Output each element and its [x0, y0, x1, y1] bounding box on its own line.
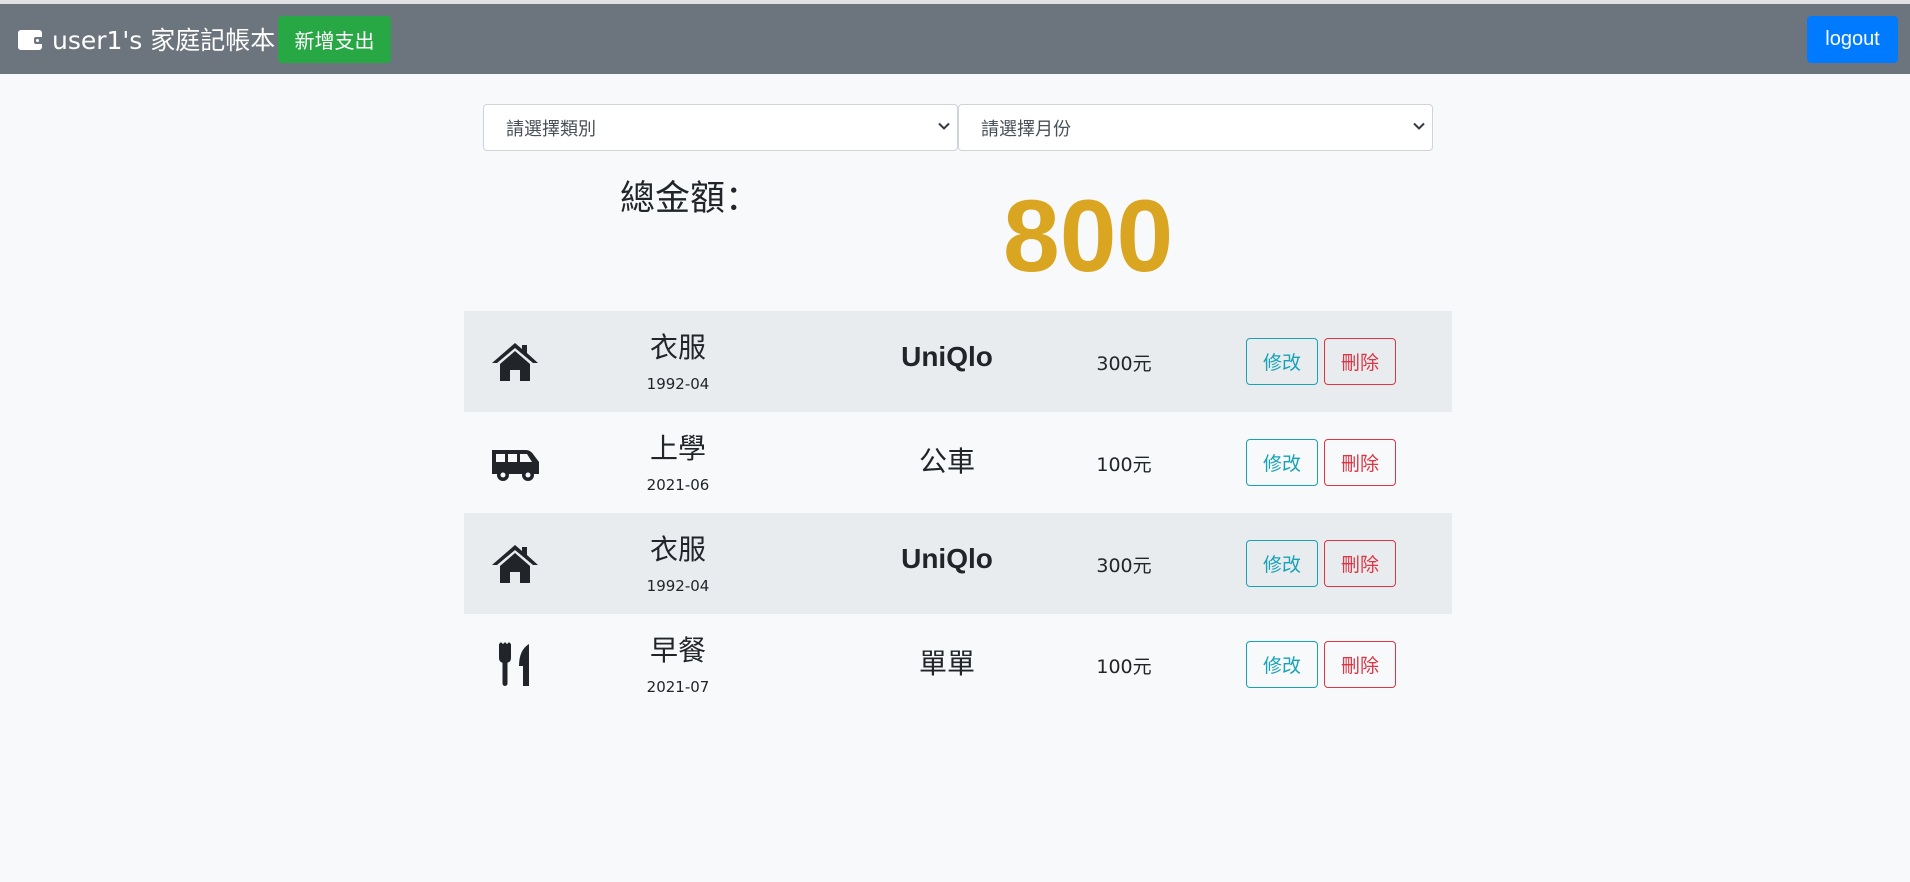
- delete-button[interactable]: 刪除: [1324, 338, 1396, 385]
- home-icon: [490, 337, 540, 387]
- delete-button[interactable]: 刪除: [1324, 641, 1396, 688]
- item-name: 公車: [918, 445, 975, 478]
- delete-button[interactable]: 刪除: [1324, 540, 1396, 587]
- record-amount: 300元: [1096, 353, 1152, 375]
- brand[interactable]: user1's 家庭記帳本: [18, 24, 276, 55]
- month-select[interactable]: 請選擇月份: [958, 104, 1433, 151]
- shuttle-van-icon: [490, 438, 540, 488]
- total-amount: 800: [1003, 179, 1174, 293]
- item-name: UniQlo: [901, 543, 993, 574]
- category-name: 早餐: [649, 634, 706, 667]
- record-date: 1992-04: [646, 375, 710, 393]
- logout-button[interactable]: logout: [1807, 16, 1898, 63]
- record-date: 2021-06: [646, 476, 710, 494]
- add-expense-button[interactable]: 新增支出: [278, 16, 391, 63]
- expense-row: 衣服 1992-04 UniQlo 300元 修改 刪除: [464, 513, 1452, 614]
- month-select-value: 請選擇月份: [981, 118, 1071, 140]
- utensils-icon: [490, 640, 540, 690]
- category-select[interactable]: 請選擇類別: [483, 104, 958, 151]
- total-label: 總金額：: [620, 179, 761, 219]
- record-date: 2021-07: [646, 678, 710, 696]
- item-name: UniQlo: [901, 341, 993, 372]
- expense-list: 衣服 1992-04 UniQlo 300元 修改 刪除 上學 2021-06 …: [464, 311, 1452, 715]
- chevron-down-icon: [938, 122, 950, 130]
- delete-button[interactable]: 刪除: [1324, 439, 1396, 486]
- edit-button[interactable]: 修改: [1246, 439, 1318, 486]
- category-name: 上學: [649, 432, 706, 465]
- expense-row: 早餐 2021-07 單單 100元 修改 刪除: [464, 614, 1452, 715]
- edit-button[interactable]: 修改: [1246, 641, 1318, 688]
- expense-row: 衣服 1992-04 UniQlo 300元 修改 刪除: [464, 311, 1452, 412]
- category-name: 衣服: [649, 331, 706, 364]
- wallet-icon: [18, 28, 44, 50]
- navbar: user1's 家庭記帳本 新增支出 logout: [0, 4, 1910, 74]
- category-name: 衣服: [649, 533, 706, 566]
- home-icon: [490, 539, 540, 589]
- record-date: 1992-04: [646, 577, 710, 595]
- edit-button[interactable]: 修改: [1246, 540, 1318, 587]
- expense-row: 上學 2021-06 公車 100元 修改 刪除: [464, 412, 1452, 513]
- record-amount: 100元: [1096, 656, 1152, 678]
- chevron-down-icon: [1413, 122, 1425, 130]
- category-select-value: 請選擇類別: [506, 118, 596, 140]
- app-title: user1's 家庭記帳本: [52, 26, 276, 55]
- edit-button[interactable]: 修改: [1246, 338, 1318, 385]
- record-amount: 100元: [1096, 454, 1152, 476]
- record-amount: 300元: [1096, 555, 1152, 577]
- item-name: 單單: [918, 647, 975, 680]
